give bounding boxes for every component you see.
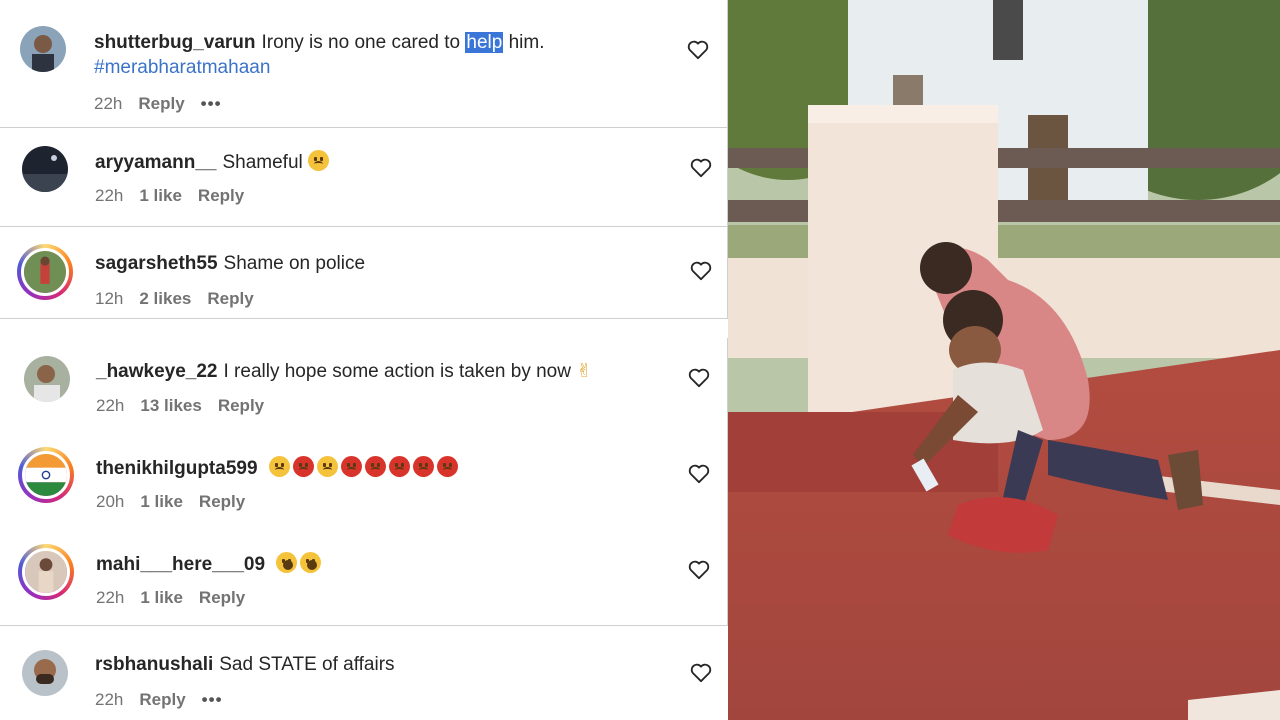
sad-emoji-icon	[268, 456, 290, 477]
avatar[interactable]	[18, 544, 74, 600]
sad-emoji-icon	[308, 150, 330, 171]
reply-button[interactable]: Reply	[207, 289, 253, 308]
comment-item: shutterbug_varun Irony is no one cared to…	[0, 0, 728, 128]
heart-outline-icon[interactable]	[688, 560, 710, 580]
comment-meta: 22h Reply •••	[95, 690, 239, 710]
hashtag-link[interactable]: #merabharatmahaan	[94, 57, 270, 79]
video-frame	[728, 0, 1280, 720]
comment-text: Sad STATE of affairs	[219, 654, 395, 675]
avatar[interactable]	[18, 447, 74, 503]
comment-username[interactable]: rsbhanushali	[95, 654, 213, 675]
comment-time: 22h	[96, 396, 125, 415]
comment-username[interactable]: mahi___here___09	[96, 554, 265, 575]
comment-text: Shameful	[222, 152, 303, 173]
more-dots-icon[interactable]: •••	[202, 690, 223, 709]
reply-button[interactable]: Reply	[218, 396, 264, 415]
heart-outline-icon[interactable]	[687, 40, 709, 60]
comment-time: 20h	[96, 492, 125, 511]
comment-meta: 12h 2 likes Reply	[95, 289, 270, 309]
reply-button[interactable]: Reply	[198, 186, 244, 205]
crossed-fingers-emoji-icon: ✌	[576, 361, 593, 382]
comment-item: thenikhilgupta599 20h 1 like Reply	[0, 438, 728, 536]
comment-text: Irony is no one cared to	[261, 32, 466, 53]
comment-time: 22h	[95, 690, 124, 709]
photo-scene	[728, 0, 1280, 720]
comment-time: 12h	[95, 289, 124, 308]
comment-meta: 22h 13 likes Reply	[96, 396, 280, 416]
highlighted-text: help	[465, 32, 504, 53]
more-dots-icon[interactable]: •••	[201, 94, 222, 113]
reply-button[interactable]: Reply	[199, 492, 245, 511]
comments-panel: shutterbug_varun Irony is no one cared to…	[0, 0, 728, 720]
angry-emoji-icon	[292, 456, 314, 477]
comment-username[interactable]: aryyamann__	[95, 152, 216, 173]
comment-text-end: him.	[503, 32, 545, 53]
comment-text: I really hope some action is taken by no…	[223, 361, 571, 382]
angry-emoji-icon	[364, 456, 386, 477]
comment-meta: 22h Reply •••	[94, 94, 238, 114]
comment-time: 22h	[94, 94, 123, 113]
heart-outline-icon[interactable]	[690, 663, 712, 683]
heart-outline-icon[interactable]	[688, 464, 710, 484]
avatar[interactable]	[20, 26, 66, 72]
surprised-emoji-icon	[300, 552, 322, 573]
comment-meta: 22h 1 like Reply	[96, 588, 261, 608]
angry-emoji-icon	[340, 456, 362, 477]
likes-count[interactable]: 1 like	[140, 588, 183, 607]
reply-button[interactable]: Reply	[138, 94, 184, 113]
reply-button[interactable]: Reply	[139, 690, 185, 709]
likes-count[interactable]: 1 like	[140, 492, 183, 511]
comment-time: 22h	[96, 588, 125, 607]
comment-username[interactable]: thenikhilgupta599	[96, 458, 258, 479]
angry-emoji-icon	[436, 456, 458, 477]
comment-item: rsbhanushali Sad STATE of affairs 22h Repl…	[0, 626, 728, 720]
avatar[interactable]	[24, 356, 70, 402]
likes-count[interactable]: 2 likes	[139, 289, 191, 308]
comment-meta: 20h 1 like Reply	[96, 492, 261, 512]
avatar[interactable]	[17, 244, 73, 300]
comment-meta: 22h 1 like Reply	[95, 186, 260, 206]
comment-item: _hawkeye_22 I really hope some action is …	[0, 338, 728, 438]
likes-count[interactable]: 13 likes	[140, 396, 201, 415]
heart-outline-icon[interactable]	[688, 368, 710, 388]
angry-emoji-icon	[388, 456, 410, 477]
comment-item: aryyamann__ Shameful 22h 1 like Reply	[0, 128, 728, 227]
comment-username[interactable]: sagarsheth55	[95, 253, 218, 274]
heart-outline-icon[interactable]	[690, 261, 712, 281]
reply-button[interactable]: Reply	[199, 588, 245, 607]
frowning-emoji-icon	[316, 456, 338, 477]
comment-item: mahi___here___09 22h 1 like Reply	[0, 536, 728, 626]
comment-username[interactable]: _hawkeye_22	[96, 361, 218, 382]
avatar[interactable]	[22, 650, 68, 696]
comment-username[interactable]: shutterbug_varun	[94, 32, 256, 53]
comment-item: sagarsheth55 Shame on police 12h 2 likes Re…	[0, 227, 728, 319]
heart-outline-icon[interactable]	[690, 158, 712, 178]
comment-text: Shame on police	[223, 253, 366, 274]
likes-count[interactable]: 1 like	[139, 186, 182, 205]
angry-emoji-icon	[412, 456, 434, 477]
surprised-emoji-icon	[276, 552, 298, 573]
avatar[interactable]	[22, 146, 68, 192]
comment-time: 22h	[95, 186, 124, 205]
